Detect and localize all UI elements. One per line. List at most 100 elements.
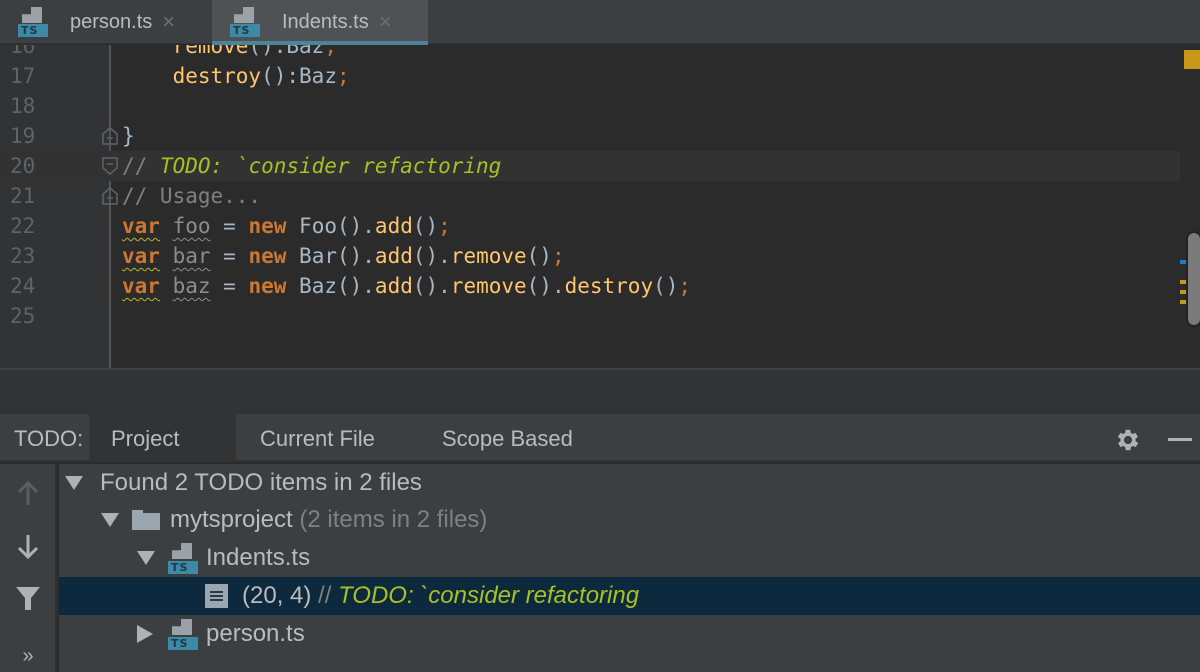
tree-file-node[interactable]: TS Indents.ts <box>59 539 1200 577</box>
minimize-icon[interactable] <box>1168 438 1192 441</box>
code-text: destroy():Baz; <box>122 61 350 91</box>
code-token: foo <box>172 214 211 238</box>
code-line[interactable]: 19} <box>0 121 1180 151</box>
code-token: () <box>653 274 679 298</box>
editor-scrollbar[interactable] <box>1186 231 1200 327</box>
gear-icon[interactable] <box>1114 426 1142 454</box>
todo-item[interactable]: (20, 4) // TODO: `consider refactoring <box>59 577 1200 615</box>
code-token: destroy <box>172 64 262 88</box>
code-line[interactable]: 23 var bar = new Bar().add().remove(); <box>0 241 1180 271</box>
line-number: 25 <box>10 304 36 328</box>
fold-marker-icon[interactable] <box>102 127 118 145</box>
code-token: ; <box>438 214 451 238</box>
line-number: 20 <box>10 154 36 178</box>
code-text: var foo = new Foo().add(); <box>122 211 451 241</box>
file-name: person.ts <box>206 620 305 647</box>
typescript-file-icon: TS <box>168 543 198 575</box>
code-token: new <box>248 274 287 298</box>
tree-root[interactable]: Found 2 TODO items in 2 files <box>59 464 1200 502</box>
expanded-arrow-icon[interactable] <box>101 501 121 539</box>
code-token: (): <box>248 45 287 58</box>
editor-tab-bar: TS person.ts × TS Indents.ts × <box>0 0 1200 45</box>
filter-icon[interactable] <box>14 584 42 612</box>
error-stripe-mark[interactable] <box>1180 260 1186 264</box>
code-token: ; <box>336 64 350 88</box>
previous-todo-icon[interactable] <box>14 480 42 508</box>
tab-scope-based[interactable]: Scope Based <box>420 414 595 462</box>
warning-indicator-icon[interactable] <box>1184 50 1200 69</box>
code-token: (). <box>412 244 451 268</box>
folder-icon <box>132 510 160 530</box>
code-line[interactable]: 25 <box>0 301 1180 331</box>
code-token: Baz <box>299 64 337 88</box>
code-token: (). <box>526 274 565 298</box>
warning-stripe-mark[interactable] <box>1180 290 1186 294</box>
collapsed-arrow-icon[interactable] <box>137 615 157 653</box>
code-line[interactable]: 21 // Usage... <box>0 181 1180 211</box>
code-line[interactable]: 17 destroy():Baz; <box>0 61 1180 91</box>
code-token: add <box>374 274 413 298</box>
code-token: add <box>374 214 413 238</box>
tab-label: person.ts <box>70 10 153 33</box>
todo-toolwindow-header: TODO: Project Current File Scope Based <box>0 414 1200 462</box>
project-name: mytsproject <box>170 506 293 533</box>
fold-marker-icon[interactable] <box>102 157 118 175</box>
tab-indents-ts[interactable]: TS Indents.ts × <box>212 0 428 45</box>
code-editor[interactable]: 16 remove():Baz; 17 destroy():Baz; 18 19} 20… <box>0 45 1200 368</box>
next-todo-icon[interactable] <box>14 532 42 560</box>
todo-item-icon <box>205 584 228 608</box>
code-token: ; <box>551 244 565 268</box>
code-token: = <box>210 274 249 298</box>
code-line[interactable]: 22 var foo = new Foo().add(); <box>0 211 1180 241</box>
expanded-arrow-icon[interactable] <box>137 539 157 577</box>
code-line[interactable]: 18 <box>0 91 1180 121</box>
code-token: = <box>210 244 249 268</box>
code-token: new <box>248 244 287 268</box>
code-token: // Usage... <box>122 184 262 208</box>
tab-current-file[interactable]: Current File <box>238 414 397 462</box>
code-token: remove <box>172 45 249 58</box>
todo-tree: Found 2 TODO items in 2 files mytsprojec… <box>59 464 1200 672</box>
code-token: add <box>374 244 413 268</box>
fold-marker-icon[interactable] <box>102 187 118 205</box>
todo-position: (20, 4) <box>242 582 312 609</box>
line-number: 23 <box>10 244 36 268</box>
tab-label: Indents.ts <box>282 10 369 33</box>
tab-person-ts[interactable]: TS person.ts × <box>0 0 210 44</box>
line-number: 16 <box>10 45 36 58</box>
code-token: var <box>122 214 160 238</box>
warning-stripe-mark[interactable] <box>1180 300 1186 304</box>
file-name: Indents.ts <box>206 544 311 571</box>
code-token: var <box>122 274 160 298</box>
tree-file-node[interactable]: TS person.ts <box>59 615 1200 653</box>
code-text: // Usage... <box>122 181 261 211</box>
more-icon[interactable]: » <box>14 642 42 670</box>
code-token: new <box>248 214 287 238</box>
line-number: 22 <box>10 214 36 238</box>
code-line[interactable]: 24 var baz = new Baz().add().remove().des… <box>0 271 1180 301</box>
expanded-arrow-icon[interactable] <box>65 464 85 502</box>
close-icon[interactable]: × <box>162 11 175 33</box>
code-token: (): <box>261 64 300 88</box>
tab-project[interactable]: Project <box>89 414 236 462</box>
todo-slashes: // <box>318 582 332 609</box>
tree-project-node[interactable]: mytsproject (2 items in 2 files) <box>59 501 1200 539</box>
code-line[interactable]: 20 // TODO: `consider refactoring <box>0 151 1180 181</box>
close-icon[interactable]: × <box>379 11 392 33</box>
code-token: // <box>122 154 160 178</box>
line-number: 19 <box>10 124 36 148</box>
code-token: () <box>526 244 552 268</box>
code-token: ; <box>678 274 692 298</box>
code-token: var <box>122 244 160 268</box>
panel-splitter[interactable] <box>0 368 1200 414</box>
todo-side-toolbar: » <box>0 464 57 672</box>
todo-title: TODO: <box>14 426 84 451</box>
warning-stripe-mark[interactable] <box>1180 280 1186 284</box>
code-token: () <box>412 214 439 238</box>
code-line[interactable]: 16 remove():Baz; <box>0 45 1180 61</box>
